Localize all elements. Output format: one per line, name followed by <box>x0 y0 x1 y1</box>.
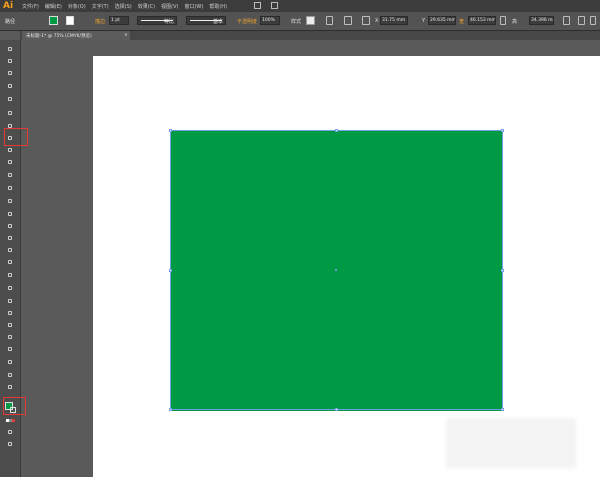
stroke-style-label: 等比 <box>164 19 175 25</box>
direct-selection-tool-icon[interactable] <box>7 58 14 64</box>
opacity-label[interactable]: 不透明度 <box>237 18 257 25</box>
selection-tool-icon[interactable] <box>7 46 14 52</box>
blend-tool-icon[interactable] <box>7 310 14 316</box>
recolor-artwork-icon[interactable] <box>326 16 333 25</box>
transform-icon[interactable] <box>563 16 570 25</box>
gradient-tool-icon[interactable] <box>7 285 14 291</box>
handle-bottom-right[interactable] <box>501 408 504 411</box>
artboard-tool-icon[interactable] <box>7 346 14 352</box>
pen-tool-icon[interactable] <box>7 96 14 102</box>
y-label: Y <box>422 18 426 24</box>
transform-reference-point-icon[interactable] <box>362 16 370 25</box>
menu-window[interactable]: 窗口(W) <box>184 3 203 10</box>
handle-bottom-center[interactable] <box>335 408 338 411</box>
graphic-style-swatch[interactable] <box>306 16 315 25</box>
menu-effect[interactable]: 效果(C) <box>138 3 155 10</box>
app-logo: Ai <box>3 1 14 11</box>
main-menu: 文件(F) 编辑(E) 对象(O) 文字(T) 选择(S) 效果(C) 视图(V… <box>22 3 227 10</box>
width-label[interactable]: 宽 <box>459 18 464 25</box>
handle-bottom-left[interactable] <box>169 408 172 411</box>
pencil-tool-icon[interactable] <box>7 159 14 165</box>
fill-swatch-highlight <box>3 397 26 415</box>
height-field[interactable]: 34.396 mm <box>529 16 554 25</box>
stroke-weight-field[interactable]: 1 pt <box>109 16 129 25</box>
document-tab-bar: 未标题-1* @ 75% (CMYK/预览) × <box>20 31 600 40</box>
lasso-tool-icon[interactable] <box>7 83 14 89</box>
handle-middle-right[interactable] <box>501 269 504 272</box>
constrain-proportions-icon[interactable] <box>500 16 506 25</box>
column-graph-tool-icon[interactable] <box>7 334 14 340</box>
height-label: 高 <box>512 19 518 25</box>
symbol-sprayer-tool-icon[interactable] <box>7 322 14 328</box>
stroke-color-swatch[interactable] <box>66 16 74 25</box>
handle-top-center[interactable] <box>335 129 338 132</box>
menu-type[interactable]: 文字(T) <box>92 3 109 10</box>
menu-edit[interactable]: 编辑(E) <box>45 3 62 10</box>
brush-label: 基本 <box>213 19 224 25</box>
handle-top-right[interactable] <box>501 129 504 132</box>
menubar-icons <box>254 2 278 9</box>
x-position-field[interactable]: 31.75 mm <box>380 16 408 25</box>
eraser-tool-icon[interactable] <box>7 185 14 191</box>
style-label: 样式 <box>291 19 302 25</box>
color-mode-buttons[interactable] <box>6 419 15 422</box>
menu-bar: Ai 文件(F) 编辑(E) 对象(O) 文字(T) 选择(S) 效果(C) 视… <box>0 0 600 12</box>
handle-top-left[interactable] <box>169 129 172 132</box>
watermark <box>446 418 576 468</box>
fill-color-swatch[interactable] <box>49 16 58 25</box>
document-tab-title: 未标题-1* @ 75% (CMYK/预览) <box>26 34 92 39</box>
handle-middle-left[interactable] <box>169 269 172 272</box>
y-position-field[interactable]: 29.635 mm <box>428 16 456 25</box>
close-tab-icon[interactable]: × <box>124 33 128 38</box>
width-tool-icon[interactable] <box>7 223 14 229</box>
arrange-documents-icon[interactable] <box>271 2 278 9</box>
align-icon[interactable] <box>344 16 352 25</box>
free-transform-tool-icon[interactable] <box>7 235 14 241</box>
bridge-icon[interactable] <box>254 2 261 9</box>
scale-tool-icon[interactable] <box>7 211 14 217</box>
hand-tool-icon[interactable] <box>7 372 14 378</box>
selection-type-label: 路径 <box>5 19 16 25</box>
rectangle-tool-highlight <box>4 128 28 146</box>
paintbrush-tool-icon[interactable] <box>7 147 14 153</box>
type-tool-icon[interactable] <box>7 110 14 116</box>
zoom-tool-icon[interactable] <box>7 384 14 390</box>
slice-tool-icon[interactable] <box>7 359 14 365</box>
rotate-tool-icon[interactable] <box>7 198 14 204</box>
menu-file[interactable]: 文件(F) <box>22 3 39 10</box>
blob-brush-tool-icon[interactable] <box>7 172 14 178</box>
document-tab[interactable]: 未标题-1* @ 75% (CMYK/预览) × <box>22 31 130 40</box>
eyedropper-tool-icon[interactable] <box>7 298 14 304</box>
isolate-object-icon[interactable] <box>578 16 585 25</box>
center-point <box>335 269 337 271</box>
menu-help[interactable]: 帮助(H) <box>209 3 227 10</box>
shape-builder-tool-icon[interactable] <box>7 247 14 253</box>
perspective-grid-tool-icon[interactable] <box>7 259 14 265</box>
menu-object[interactable]: 对象(O) <box>68 3 86 10</box>
opacity-field[interactable]: 100% <box>260 16 280 25</box>
magic-wand-tool-icon[interactable] <box>7 70 14 76</box>
draw-mode-icon[interactable] <box>7 429 14 435</box>
control-bar: 路径 描边 1 pt 等比 基本 不透明度 100% 样式 X 31.75 mm… <box>0 12 600 31</box>
x-label: X <box>375 18 379 24</box>
panel-menu-icon[interactable] <box>590 16 596 25</box>
mesh-tool-icon[interactable] <box>7 272 14 278</box>
menu-view[interactable]: 视图(V) <box>161 3 178 10</box>
stroke-label[interactable]: 描边 <box>95 18 105 25</box>
width-field[interactable]: 46.153 mm <box>468 16 496 25</box>
screen-mode-icon[interactable] <box>7 441 14 447</box>
menu-select[interactable]: 选择(S) <box>115 3 132 10</box>
